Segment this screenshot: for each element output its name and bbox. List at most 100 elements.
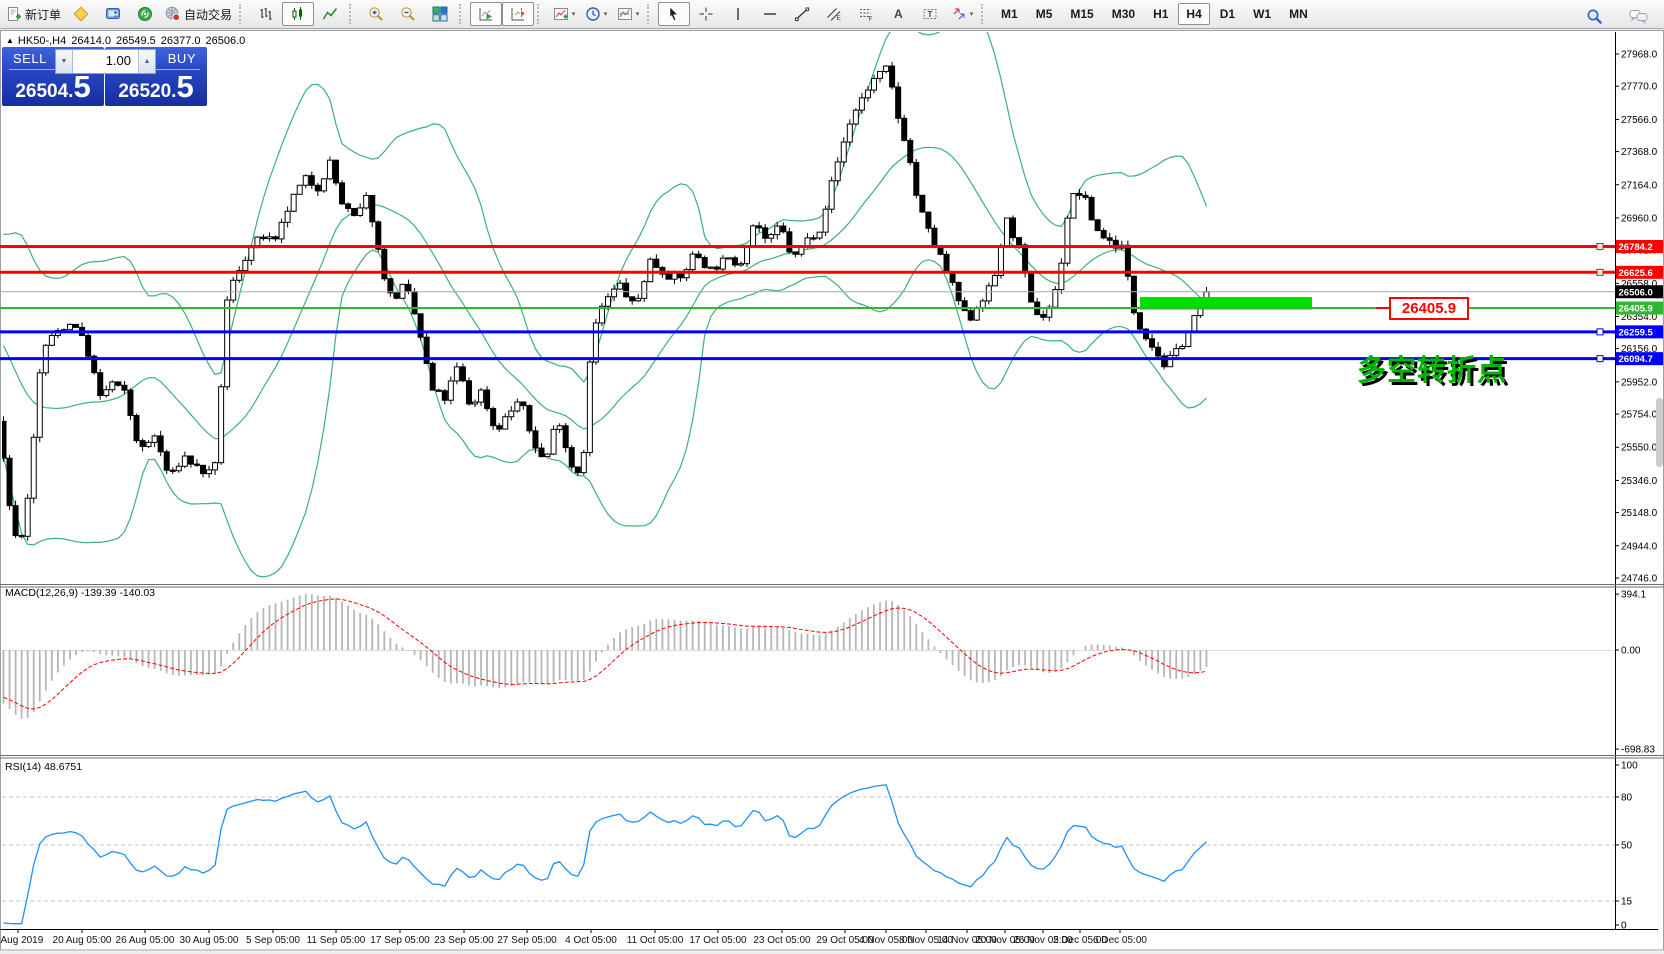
text-button[interactable]: A: [882, 2, 914, 26]
ohlc-high: 26549.5: [116, 35, 156, 47]
toolbar-separator: [981, 4, 988, 24]
window-collapse-icon[interactable]: ▲: [6, 36, 14, 45]
tf-h1-button[interactable]: H1: [1145, 3, 1176, 25]
macd-signal-line: [4, 599, 1207, 709]
autotrade-button-label: 自动交易: [184, 6, 232, 23]
svg-text:0: 0: [1621, 921, 1627, 932]
one-click-trading-panel: SELL 26504.5 BUY 26520.5 ▼ 1.00 ▲: [2, 47, 207, 106]
tile-windows-button[interactable]: [424, 2, 456, 26]
svg-text:23 Sep 05:00: 23 Sep 05:00: [434, 935, 494, 946]
indicators-icon: [553, 6, 569, 22]
tf-h1-button-label: H1: [1153, 7, 1168, 21]
svg-text:26784.2: 26784.2: [1619, 242, 1653, 253]
volume-increase-icon[interactable]: ▲: [138, 50, 155, 73]
rsi-line: [4, 785, 1207, 924]
toolbar-right: [1578, 3, 1654, 29]
arrows-button[interactable]: ▾: [946, 2, 978, 26]
svg-text:6 Dec 05:00: 6 Dec 05:00: [1093, 935, 1147, 946]
svg-text:15: 15: [1621, 897, 1633, 908]
terminal-button[interactable]: [97, 2, 129, 26]
macd-histogram: [4, 594, 1207, 719]
candlestick-button[interactable]: [282, 2, 314, 26]
macd-indicator-label: MACD(12,26,9) -139.39 -140.03: [5, 587, 155, 599]
dropdown-arrow-icon[interactable]: ▾: [970, 10, 974, 18]
toolbar-chat-button[interactable]: [1622, 4, 1654, 28]
svg-text:E: E: [837, 15, 842, 22]
periods-button[interactable]: ▾: [580, 2, 612, 26]
dropdown-arrow-icon[interactable]: ▾: [636, 10, 640, 18]
svg-text:-698.83: -698.83: [1621, 745, 1655, 756]
svg-text:0.00: 0.00: [1621, 646, 1641, 657]
bar-chart-button[interactable]: [250, 2, 282, 26]
tf-w1-button[interactable]: W1: [1245, 3, 1279, 25]
tf-m15-button[interactable]: M15: [1062, 3, 1101, 25]
toolbar-search-button[interactable]: [1578, 4, 1610, 28]
tf-h4-button[interactable]: H4: [1178, 3, 1209, 25]
tf-m30-button[interactable]: M30: [1104, 3, 1143, 25]
window-scrollbar-thumb[interactable]: [1656, 398, 1663, 467]
volume-decrease-icon[interactable]: ▼: [56, 50, 73, 73]
vertical-line-button[interactable]: [722, 2, 754, 26]
line-chart-button[interactable]: [314, 2, 346, 26]
dropdown-arrow-icon[interactable]: ▾: [604, 10, 608, 18]
tf-mn-button[interactable]: MN: [1281, 3, 1316, 25]
tf-d1-button[interactable]: D1: [1212, 3, 1243, 25]
time-axis[interactable]: 4 Aug 201920 Aug 05:0026 Aug 05:0030 Aug…: [0, 930, 1147, 946]
marketwatch-button[interactable]: [65, 2, 97, 26]
price-label-box[interactable]: 26405.9: [1389, 297, 1469, 320]
crosshair-icon: [698, 6, 714, 22]
dropdown-arrow-icon[interactable]: ▾: [572, 10, 576, 18]
autotrade-button[interactable]: 自动交易: [161, 2, 236, 26]
svg-text:27164.0: 27164.0: [1621, 180, 1658, 191]
new-order-button[interactable]: 新订单: [2, 2, 65, 26]
templates-icon: [617, 6, 633, 22]
toolbar-separator: [647, 4, 654, 24]
indicators-button[interactable]: ▾: [548, 2, 580, 26]
svg-text:17 Sep 05:00: 17 Sep 05:00: [370, 935, 430, 946]
equidistant-channel-button[interactable]: E: [818, 2, 850, 26]
svg-text:T: T: [928, 10, 933, 19]
ohlc-open: 26414.0: [71, 35, 111, 47]
price-levels[interactable]: [0, 244, 1615, 362]
ohlc-low: 26377.0: [161, 35, 201, 47]
horizontal-line-button[interactable]: [754, 2, 786, 26]
toolbar-separator: [239, 4, 246, 24]
volume-input[interactable]: ▼ 1.00 ▲: [55, 49, 156, 74]
zoom-out-button[interactable]: [392, 2, 424, 26]
svg-text:26625.6: 26625.6: [1619, 268, 1653, 279]
auto-scroll-icon: [478, 6, 494, 22]
svg-text:24944.0: 24944.0: [1621, 541, 1658, 552]
auto-scroll-button[interactable]: [470, 2, 502, 26]
mt4-application: 新订单自动交易▾▾▾EFAT▾M1M5M15M30H1H4D1W1MN 2796…: [0, 0, 1664, 954]
cursor-button[interactable]: [658, 2, 690, 26]
new-order-button-label: 新订单: [25, 6, 61, 23]
chart-canvas[interactable]: 27968.027770.027566.027368.027164.026960…: [0, 30, 1664, 951]
svg-text:80: 80: [1621, 793, 1633, 804]
trendline-button[interactable]: [786, 2, 818, 26]
zoom-in-icon: [368, 6, 384, 22]
hline-icon: [762, 6, 778, 22]
zoom-out-icon: [400, 6, 416, 22]
tf-m5-button[interactable]: M5: [1028, 3, 1061, 25]
crosshair-button[interactable]: [690, 2, 722, 26]
toolbar-buttons: 新订单 自动交易 ▾ ▾ ▾ E FA T ▾ M1 M5 M15M30 H1 H4D1W1MN: [2, 0, 1317, 28]
tf-m1-button-label: M1: [1001, 7, 1018, 21]
fibonacci-button[interactable]: F: [850, 2, 882, 26]
sell-label: SELL: [13, 51, 47, 66]
text-icon: A: [890, 6, 906, 22]
svg-text:A: A: [894, 7, 903, 21]
volume-value[interactable]: 1.00: [73, 50, 138, 73]
tf-m1-button[interactable]: M1: [993, 3, 1026, 25]
signals-button[interactable]: [129, 2, 161, 26]
tf-m5-button-label: M5: [1036, 7, 1053, 21]
templates-button[interactable]: ▾: [612, 2, 644, 26]
chart-shift-button[interactable]: [502, 2, 534, 26]
zoom-in-button[interactable]: [360, 2, 392, 26]
symbol-period-label: HK50-,H4: [18, 35, 66, 47]
text-label-button[interactable]: T: [914, 2, 946, 26]
svg-text:5 Sep 05:00: 5 Sep 05:00: [246, 935, 300, 946]
price-axis[interactable]: 27968.027770.027566.027368.027164.026960…: [1615, 50, 1663, 932]
svg-text:25952.0: 25952.0: [1621, 377, 1658, 388]
svg-text:26094.7: 26094.7: [1619, 354, 1653, 365]
search-icon: [1586, 8, 1603, 25]
